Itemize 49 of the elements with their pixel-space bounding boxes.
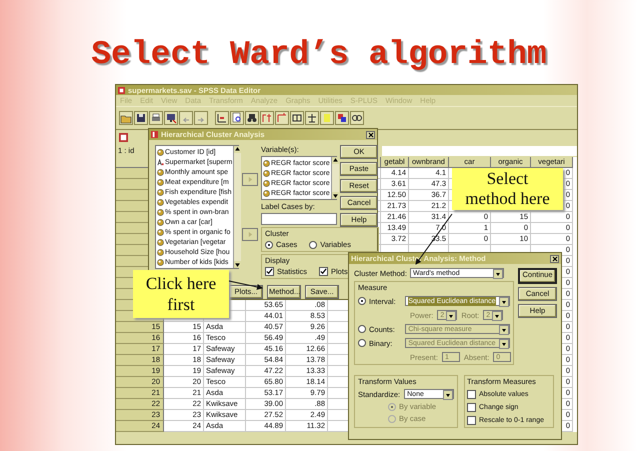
checkmark-icon: [320, 268, 328, 275]
dropdown-arrow-icon: [501, 327, 507, 333]
printer-icon[interactable]: [149, 111, 163, 125]
radio-button[interactable]: [265, 240, 273, 248]
label-cases-field[interactable]: [261, 213, 337, 225]
app-icon: [151, 131, 158, 138]
pointer-arrow: [228, 280, 263, 290]
cell-editor-field[interactable]: [382, 146, 577, 156]
dropdown-arrow-icon: [501, 341, 507, 347]
grid-window-icon: [119, 132, 128, 142]
right-arrow-icon: [248, 232, 252, 237]
scrollbar[interactable]: [330, 157, 339, 199]
find-icon[interactable]: [230, 111, 244, 125]
checkbox[interactable]: [265, 267, 274, 276]
folder-icon[interactable]: [119, 111, 133, 125]
chart-icon[interactable]: [215, 111, 229, 125]
dropdown-arrow-icon: [448, 313, 454, 319]
scroll-up-icon[interactable]: [332, 157, 339, 164]
scroll-down-icon[interactable]: [234, 261, 242, 268]
move-right-button[interactable]: [242, 228, 258, 241]
redo-icon[interactable]: [194, 111, 208, 125]
checkbox[interactable]: [319, 267, 328, 276]
scroll-up-icon[interactable]: [234, 146, 242, 153]
close-button[interactable]: [366, 130, 375, 138]
dropdown-arrow-icon: [495, 271, 501, 277]
right-arrow-icon: [248, 177, 252, 182]
checkmark-icon: [266, 268, 273, 275]
checkbox[interactable]: [467, 416, 476, 425]
app-icon: [118, 86, 125, 94]
dropdown-arrow-icon: [501, 299, 507, 305]
radio-button[interactable]: [358, 297, 366, 305]
close-button[interactable]: [550, 254, 559, 262]
checkbox[interactable]: [467, 390, 476, 399]
floppy-icon[interactable]: [134, 111, 148, 125]
dropdown-arrow-icon: [494, 313, 500, 319]
scrollbar[interactable]: [233, 146, 242, 268]
circles-icon[interactable]: [350, 111, 364, 125]
slide-title: Select Ward’s algorithm: [90, 36, 548, 73]
instruction-tooltip: Select method here: [452, 168, 563, 210]
instruction-tooltip: Click here first: [133, 270, 229, 318]
string-variable-icon: [157, 158, 164, 166]
binoculars-icon[interactable]: [245, 111, 259, 125]
dropdown-arrow-icon: [445, 392, 451, 398]
scroll-down-icon[interactable]: [332, 192, 339, 199]
checkbox[interactable]: [467, 403, 476, 412]
grid-icon[interactable]: [290, 111, 304, 125]
monitor-icon[interactable]: [164, 111, 178, 125]
radio-button[interactable]: [309, 240, 318, 248]
move-right-button[interactable]: [242, 173, 258, 186]
